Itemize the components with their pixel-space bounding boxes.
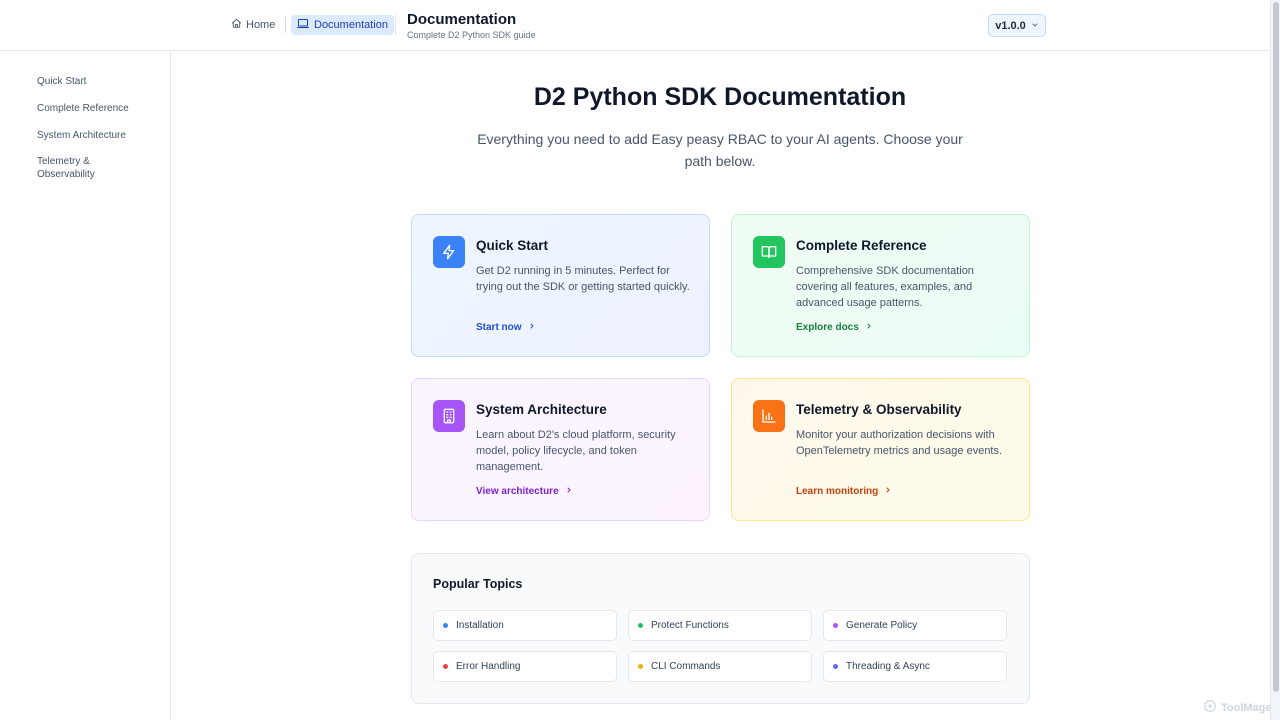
sidebar-item-quick-start[interactable]: Quick Start (37, 75, 147, 88)
chevron-right-icon (528, 322, 536, 333)
topic-label: Protect Functions (651, 620, 729, 631)
chevron-right-icon (884, 486, 892, 497)
topic-label: Generate Policy (846, 620, 918, 631)
popular-topics-title: Popular Topics (433, 577, 523, 591)
nav-documentation-label: Documentation (314, 19, 388, 31)
building-icon (433, 400, 465, 432)
lightning-icon (433, 236, 465, 268)
nav-home-label: Home (246, 19, 276, 31)
topic-protect-functions[interactable]: Protect Functions (628, 610, 812, 641)
bar-chart-icon (753, 400, 785, 432)
home-icon (231, 18, 242, 32)
card-link-label: Explore docs (796, 322, 859, 333)
page-scrollbar[interactable] (1270, 0, 1280, 720)
version-selector[interactable]: v1.0.0 (988, 14, 1046, 37)
nav-home-link[interactable]: Home (226, 15, 280, 35)
dot-icon (443, 623, 448, 628)
watermark: ToolMage (1203, 699, 1272, 716)
version-label: v1.0.0 (995, 19, 1026, 32)
card-link-view-architecture[interactable]: View architecture (476, 486, 573, 497)
top-header: Home Documentation Documentation Complet… (0, 0, 1270, 51)
card-link-label: View architecture (476, 486, 559, 497)
card-link-label: Learn monitoring (796, 486, 879, 497)
popular-topics-panel: Popular Topics Installation Protect Func… (411, 553, 1030, 704)
page-title: Documentation (407, 11, 517, 28)
card-description: Monitor your authorization decisions wit… (796, 429, 1003, 457)
card-link-explore-docs[interactable]: Explore docs (796, 322, 873, 333)
card-link-learn-monitoring[interactable]: Learn monitoring (796, 486, 892, 497)
laptop-icon (297, 18, 309, 32)
card-title: Quick Start (476, 238, 549, 253)
watermark-label: ToolMage (1221, 701, 1272, 714)
scrollbar-thumb[interactable] (1273, 2, 1279, 692)
card-telemetry[interactable]: Telemetry & Observability Monitor your a… (731, 378, 1030, 521)
dot-icon (638, 664, 643, 669)
topic-generate-policy[interactable]: Generate Policy (823, 610, 1007, 641)
card-title: Telemetry & Observability (796, 402, 962, 417)
book-open-icon (753, 236, 785, 268)
sidebar-item-complete-reference[interactable]: Complete Reference (37, 102, 147, 115)
card-quick-start[interactable]: Quick Start Get D2 running in 5 minutes.… (411, 214, 710, 357)
dot-icon (833, 664, 838, 669)
nav-documentation-link[interactable]: Documentation (291, 15, 394, 35)
nav-divider (285, 17, 286, 33)
card-link-start-now[interactable]: Start now (476, 322, 536, 333)
card-title: System Architecture (476, 402, 607, 417)
dot-icon (833, 623, 838, 628)
hero-title: D2 Python SDK Documentation (533, 83, 907, 111)
card-description: Comprehensive SDK documentation covering… (796, 265, 974, 309)
topic-label: Threading & Async (846, 661, 930, 672)
dot-icon (638, 623, 643, 628)
card-title: Complete Reference (796, 238, 927, 253)
topic-installation[interactable]: Installation (433, 610, 617, 641)
topic-label: CLI Commands (651, 661, 721, 672)
card-link-label: Start now (476, 322, 522, 333)
topic-threading-async[interactable]: Threading & Async (823, 651, 1007, 682)
sidebar-item-telemetry[interactable]: Telemetry & Observability (37, 155, 117, 181)
topic-label: Installation (456, 620, 504, 631)
chevron-right-icon (565, 486, 573, 497)
sidebar: Quick Start Complete Reference System Ar… (0, 51, 171, 720)
card-description: Get D2 running in 5 minutes. Perfect for… (476, 265, 690, 293)
topic-cli-commands[interactable]: CLI Commands (628, 651, 812, 682)
card-description: Learn about D2's cloud platform, securit… (476, 429, 676, 473)
dot-icon (443, 664, 448, 669)
chevron-down-icon (1031, 21, 1039, 31)
hero-subtitle: Everything you need to add Easy peasy RB… (477, 131, 963, 169)
toolmage-logo-icon (1203, 699, 1217, 716)
card-complete-reference[interactable]: Complete Reference Comprehensive SDK doc… (731, 214, 1030, 357)
header-divider (395, 14, 396, 36)
page-subtitle: Complete D2 Python SDK guide (407, 30, 536, 40)
chevron-right-icon (865, 322, 873, 333)
sidebar-item-system-architecture[interactable]: System Architecture (37, 129, 147, 142)
card-system-architecture[interactable]: System Architecture Learn about D2's clo… (411, 378, 710, 521)
topic-error-handling[interactable]: Error Handling (433, 651, 617, 682)
topic-label: Error Handling (456, 661, 521, 672)
